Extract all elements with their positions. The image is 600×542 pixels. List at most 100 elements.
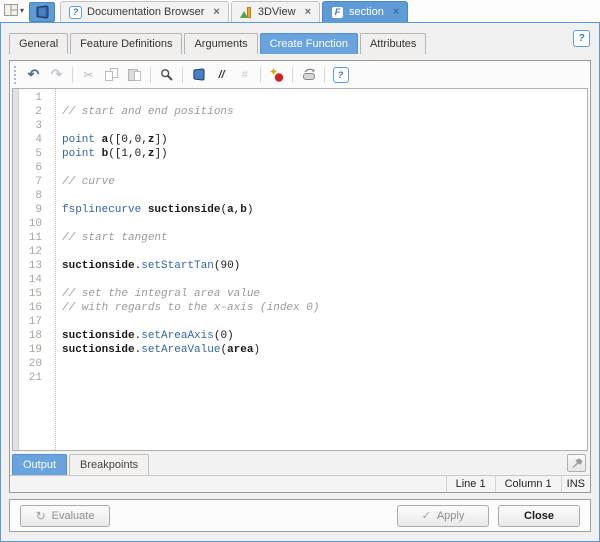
window-tab-section[interactable]: Fsection × xyxy=(322,1,409,22)
code-segment: b xyxy=(240,204,247,216)
toolbar-separator xyxy=(150,66,151,83)
code-line[interactable]: 7 // curve xyxy=(13,175,587,189)
code-line[interactable]: 20 xyxy=(13,357,587,371)
undo-button[interactable]: ↶ xyxy=(22,64,45,85)
comment-button[interactable]: // xyxy=(210,64,233,85)
code-editor[interactable]: 1 2// start and end positions 3 4 point a([0… xyxy=(12,88,588,451)
line-code: suctionside.setAreaAxis(0) xyxy=(49,329,234,343)
code-line[interactable]: 9 fsplinecurve suctionside(a,b) xyxy=(13,203,587,217)
evaluate-icon: ↻ xyxy=(35,508,46,523)
toolbar-help-button[interactable]: ? xyxy=(329,64,352,85)
tab-general[interactable]: General xyxy=(9,33,69,54)
line-number: 18 xyxy=(28,330,42,342)
window-layout-icon xyxy=(4,4,18,16)
apply-button[interactable]: ✓ Apply xyxy=(397,504,489,527)
code-line[interactable]: 16 // with regards to the x-axis (index 0… xyxy=(13,301,587,315)
pushpin-icon xyxy=(572,458,583,468)
add-breakpoint-button[interactable] xyxy=(265,64,288,85)
uncomment-icon: # xyxy=(241,68,248,81)
code-segment: ]) xyxy=(154,134,168,146)
code-line[interactable]: 2 // start and end positions xyxy=(13,105,587,119)
code-line[interactable]: 1 xyxy=(13,91,587,105)
line-number: 8 xyxy=(35,190,42,202)
code-line[interactable]: 17 xyxy=(13,315,587,329)
toolbar-drag-handle[interactable] xyxy=(14,65,18,84)
window-tab-3dview[interactable]: 3DView × xyxy=(230,1,320,22)
layout-menu-button[interactable]: ▾ xyxy=(4,0,27,22)
uncomment-button[interactable]: # xyxy=(233,64,256,85)
toolbar-separator xyxy=(72,66,73,83)
close-icon[interactable]: × xyxy=(305,6,311,18)
line-number: 6 xyxy=(35,162,42,174)
evaluate-label: Evaluate xyxy=(51,509,95,522)
code-line[interactable]: 3 xyxy=(13,119,587,133)
code-line[interactable]: 13 suctionside.setStartTan(90) xyxy=(13,259,587,273)
help-button[interactable]: ? xyxy=(573,30,590,47)
line-code: // start tangent xyxy=(49,231,168,245)
code-line[interactable]: 21 xyxy=(13,371,587,385)
line-number: 13 xyxy=(28,260,42,272)
line-number: 5 xyxy=(35,148,42,160)
line-code: point a([0,0,z]) xyxy=(49,133,168,147)
close-button[interactable]: Close xyxy=(498,504,580,527)
tab-attributes[interactable]: Attributes xyxy=(359,33,427,54)
help-icon: ? xyxy=(332,66,349,83)
code-line[interactable]: 6 xyxy=(13,161,587,175)
delete-breakpoints-button[interactable] xyxy=(297,64,320,85)
tab-create-function[interactable]: Create Function xyxy=(259,33,358,54)
search-button[interactable] xyxy=(155,64,178,85)
chevron-down-icon: ▾ xyxy=(20,5,25,15)
tab-output[interactable]: Output xyxy=(12,454,68,475)
evaluate-button[interactable]: ↻ Evaluate xyxy=(20,504,110,527)
pin-button[interactable] xyxy=(567,454,586,472)
code-line[interactable]: 4 point a([0,0,z]) xyxy=(13,133,587,147)
cut-button[interactable]: ✂ xyxy=(77,64,100,85)
close-icon[interactable]: × xyxy=(393,6,399,18)
code-line[interactable]: 18 suctionside.setAreaAxis(0) xyxy=(13,329,587,343)
paste-button[interactable] xyxy=(123,64,146,85)
tab-breakpoints[interactable]: Breakpoints xyxy=(69,454,150,475)
redo-button[interactable]: ↷ xyxy=(45,64,68,85)
code-segment: point xyxy=(62,148,102,160)
line-number: 21 xyxy=(28,372,42,384)
code-line[interactable]: 19 suctionside.setAreaValue(area) xyxy=(13,343,587,357)
create-function-dialog: General Feature Definitions Arguments Creat… xyxy=(0,22,600,542)
function-badge-icon: F xyxy=(331,5,344,19)
close-icon[interactable]: × xyxy=(213,6,219,18)
tab-feature-definitions[interactable]: Feature Definitions xyxy=(70,33,183,54)
code-line[interactable]: 10 xyxy=(13,217,587,231)
output-tab-bar: Output Breakpoints xyxy=(10,451,590,475)
copy-button[interactable] xyxy=(100,64,123,85)
tab-arguments[interactable]: Arguments xyxy=(184,33,258,54)
line-code: suctionside.setStartTan(90) xyxy=(49,259,240,273)
code-segment: suctionside xyxy=(147,204,221,216)
status-line: Line 1 xyxy=(445,476,495,492)
help-icon: ? xyxy=(578,33,585,44)
code-line[interactable]: 5 point b([1,0,z]) xyxy=(13,147,587,161)
code-line[interactable]: 8 xyxy=(13,189,587,203)
axes-chart-icon xyxy=(239,6,253,19)
window-tab-documentation-browser[interactable]: ? Documentation Browser × xyxy=(60,1,229,22)
line-number: 9 xyxy=(35,204,42,216)
paste-icon xyxy=(128,68,141,81)
code-line[interactable]: 14 xyxy=(13,273,587,287)
code-segment: ([0,0, xyxy=(108,134,148,146)
line-code: // with regards to the x-axis (index 0) xyxy=(49,301,319,315)
code-segment: // set the integral area value xyxy=(62,288,261,300)
footer-button-panel: ↻ Evaluate ✓ Apply Close xyxy=(9,499,591,532)
prism-view-button[interactable] xyxy=(29,2,56,22)
code-line[interactable]: 15 // set the integral area value xyxy=(13,287,587,301)
prism-view-button[interactable] xyxy=(187,64,210,85)
code-segment: fsplinecurve xyxy=(62,204,148,216)
code-line[interactable]: 12 xyxy=(13,245,587,259)
status-bar: Line 1 Column 1 INS xyxy=(10,475,590,492)
line-number: 16 xyxy=(28,302,42,314)
code-line[interactable]: 11 // start tangent xyxy=(13,231,587,245)
line-number: 17 xyxy=(28,316,42,328)
window-tab-label: section xyxy=(349,6,384,18)
